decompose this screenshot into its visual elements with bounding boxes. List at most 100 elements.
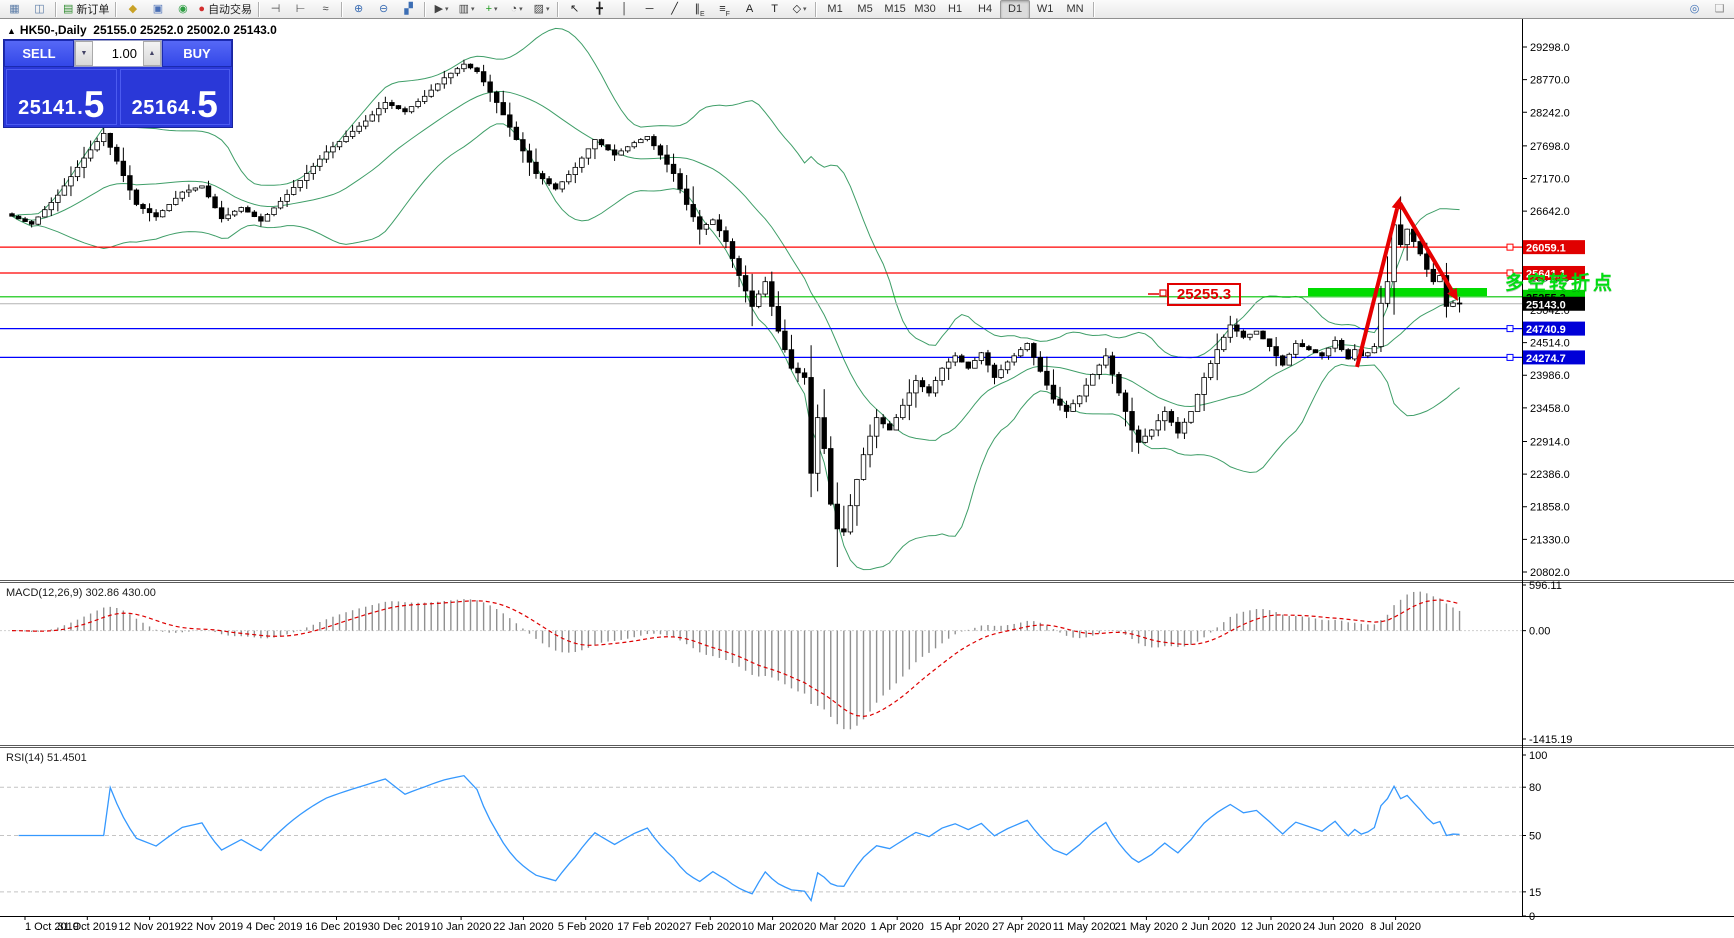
- auto-trading-icon[interactable]: ●自动交易: [195, 0, 255, 19]
- profiles-icon[interactable]: ▥▾: [454, 0, 479, 19]
- tf-m5[interactable]: M5: [850, 0, 880, 19]
- price-note-box[interactable]: 25255.3: [1167, 283, 1241, 306]
- tf-d1[interactable]: D1: [1000, 0, 1030, 19]
- toolbar-separator: [115, 2, 117, 17]
- volume-stepper[interactable]: ▼ 1.00 ▲: [74, 40, 162, 67]
- styles-icon[interactable]: ◆: [120, 0, 145, 19]
- toolbar-separator: [341, 2, 343, 17]
- tf-mn[interactable]: MN: [1060, 0, 1090, 19]
- date-label: 2 Jun 2020: [1181, 921, 1235, 933]
- toolbar-separator: [424, 2, 426, 17]
- chat-icon[interactable]: ❑: [1707, 0, 1732, 19]
- date-label: 11 May 2020: [1053, 921, 1116, 933]
- date-label: 20 Mar 2020: [804, 921, 866, 933]
- toolbar-group-2: ◆▣◉●自动交易: [120, 0, 255, 19]
- vertical-line-icon[interactable]: │: [612, 0, 637, 19]
- tf-m15[interactable]: M15: [880, 0, 910, 19]
- support-zone-bar[interactable]: [1308, 288, 1487, 296]
- date-label: 16 Dec 2019: [305, 921, 367, 933]
- svg-text:0: 0: [1529, 911, 1535, 923]
- new-chart-caret-icon[interactable]: ▾: [445, 5, 449, 13]
- text-label-icon[interactable]: T: [762, 0, 787, 19]
- fibonacci-icon[interactable]: ≡F: [712, 0, 737, 19]
- toolbar-separator: [55, 2, 57, 17]
- price-badge-26059.1: 26059.1: [1523, 240, 1585, 255]
- date-label: 27 Feb 2020: [679, 921, 741, 933]
- shapes-icon[interactable]: ◇▾: [787, 0, 812, 19]
- equidistant-channel-icon[interactable]: ∥E: [687, 0, 712, 19]
- candlestick-series: [10, 60, 1462, 567]
- price-badge-25143.0: 25143.0: [1523, 297, 1585, 312]
- macd-pane: [0, 592, 1522, 730]
- svg-text:22386.0: 22386.0: [1530, 469, 1570, 481]
- rsi-pane: [0, 776, 1522, 901]
- templates-caret-icon[interactable]: ▾: [546, 5, 550, 13]
- date-axis: 1 Oct 201931 Oct 201912 Nov 201922 Nov 2…: [25, 916, 1421, 933]
- date-label: 10 Mar 2020: [742, 921, 804, 933]
- zoom-out-icon[interactable]: ⊖: [371, 0, 396, 19]
- indicators-add-caret-icon[interactable]: ▾: [494, 5, 498, 13]
- toolbar-separator: [1093, 2, 1095, 17]
- tf-w1[interactable]: W1: [1030, 0, 1060, 19]
- signals-icon[interactable]: ◉: [170, 0, 195, 19]
- date-label: 10 Jan 2020: [431, 921, 492, 933]
- indicators-add-icon[interactable]: +▾: [479, 0, 504, 19]
- market-watch-icon[interactable]: ▣: [145, 0, 170, 19]
- svg-text:26642.0: 26642.0: [1530, 206, 1570, 218]
- tf-m30[interactable]: M30: [910, 0, 940, 19]
- chart-canvas[interactable]: 29298.028770.028242.027698.027170.026642…: [0, 0, 1734, 938]
- svg-text:21330.0: 21330.0: [1530, 534, 1570, 546]
- symbol-collapse-icon[interactable]: ▲: [7, 26, 16, 36]
- volume-increase-icon[interactable]: ▲: [143, 41, 161, 66]
- tf-h4[interactable]: H4: [970, 0, 1000, 19]
- tile-windows-icon[interactable]: ▞: [396, 0, 421, 19]
- toolbar-group-7: M1M5M15M30H1H4D1W1MN: [820, 0, 1090, 19]
- search-icon[interactable]: ◎: [1682, 0, 1707, 19]
- date-label: 27 Apr 2020: [992, 921, 1051, 933]
- chart-shift-icon[interactable]: ⊢: [288, 0, 313, 19]
- volume-field[interactable]: 1.00: [93, 41, 143, 66]
- toolbar-separator: [258, 2, 260, 17]
- toolbar-group-4: ⊕⊖▞: [346, 0, 421, 19]
- turning-point-annotation[interactable]: 多空转折点: [1505, 268, 1615, 295]
- cursor-icon[interactable]: ↖: [562, 0, 587, 19]
- toolbar-separator: [557, 2, 559, 17]
- svg-text:24274.7: 24274.7: [1526, 353, 1566, 365]
- zoom-in-icon[interactable]: ⊕: [346, 0, 371, 19]
- bid-price-dot: .: [77, 97, 83, 120]
- date-label: 4 Dec 2019: [246, 921, 302, 933]
- buy-button[interactable]: BUY: [162, 40, 232, 67]
- horizontal-line-icon[interactable]: ─: [637, 0, 662, 19]
- date-label: 8 Jul 2020: [1370, 921, 1421, 933]
- volume-decrease-icon[interactable]: ▼: [75, 41, 93, 66]
- sell-button[interactable]: SELL: [4, 40, 74, 67]
- crosshair-icon[interactable]: ╋: [587, 0, 612, 19]
- scroll-to-end-icon[interactable]: ⊣: [263, 0, 288, 19]
- periods-caret-icon[interactable]: ▾: [519, 5, 523, 13]
- svg-text:25143.0: 25143.0: [1526, 299, 1566, 311]
- templates-icon[interactable]: ▨▾: [529, 0, 554, 19]
- new-chart-icon[interactable]: ▶▾: [429, 0, 454, 19]
- main-toolbar: ▦◫ ▤新订单 ◆▣◉●自动交易 ⊣⊢≈ ⊕⊖▞ ▶▾▥▾+▾◔▾▨▾ ↖╋│─╱∥E≡FA…: [0, 0, 1734, 19]
- macd-indicator-label: MACD(12,26,9) 302.86 430.00: [6, 587, 156, 599]
- trendline-icon[interactable]: ╱: [662, 0, 687, 19]
- tf-h1[interactable]: H1: [940, 0, 970, 19]
- text-icon[interactable]: A: [737, 0, 762, 19]
- ask-price[interactable]: 25164.5: [120, 69, 231, 125]
- date-label: 21 May 2020: [1115, 921, 1179, 933]
- toolbar-group-3: ⊣⊢≈: [263, 0, 338, 19]
- toolbar-separator: [815, 2, 817, 17]
- date-label: 30 Dec 2019: [368, 921, 430, 933]
- tf-m1[interactable]: M1: [820, 0, 850, 19]
- profiles-caret-icon[interactable]: ▾: [471, 5, 475, 13]
- zoom-chart-window-icon[interactable]: ◫: [27, 0, 52, 19]
- new-order-icon[interactable]: ▤新订单: [60, 0, 112, 19]
- bid-price[interactable]: 25141.5: [6, 69, 117, 125]
- chart-window-icon[interactable]: ▦: [2, 0, 27, 19]
- auto-scale-icon[interactable]: ≈: [313, 0, 338, 19]
- svg-text:100: 100: [1529, 750, 1547, 762]
- svg-text:15: 15: [1529, 887, 1541, 899]
- shapes-caret-icon[interactable]: ▾: [803, 5, 807, 13]
- price-axis: 29298.028770.028242.027698.027170.026642…: [1522, 42, 1585, 579]
- periods-icon[interactable]: ◔▾: [504, 0, 529, 19]
